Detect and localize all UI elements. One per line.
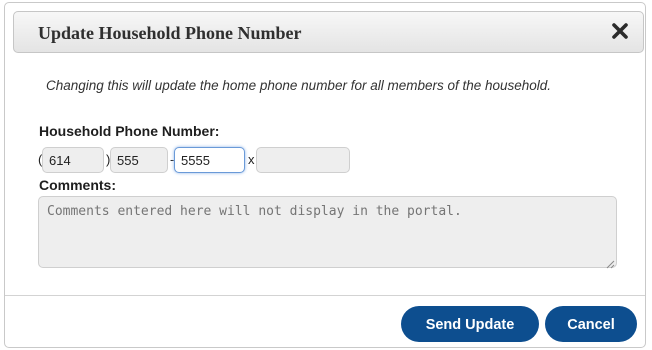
resize-grip-icon[interactable] — [606, 256, 615, 269]
comments-textarea[interactable] — [38, 196, 617, 268]
dialog-titlebar: Update Household Phone Number — [13, 11, 644, 53]
page: Update Household Phone Number Changing t… — [0, 0, 652, 350]
line-number-input[interactable] — [174, 147, 245, 173]
cancel-button[interactable]: Cancel — [545, 306, 637, 342]
close-icon[interactable] — [611, 22, 629, 40]
area-code-input[interactable] — [42, 147, 104, 173]
send-update-button[interactable]: Send Update — [401, 306, 539, 342]
extension-prefix: x — [248, 152, 255, 167]
phone-label: Household Phone Number: — [39, 123, 220, 139]
update-phone-dialog — [4, 2, 646, 348]
comments-label: Comments: — [39, 177, 117, 193]
extension-input[interactable] — [256, 147, 350, 173]
footer-divider — [5, 295, 645, 296]
dialog-title: Update Household Phone Number — [38, 23, 302, 43]
prefix-input[interactable] — [110, 147, 168, 173]
info-text: Changing this will update the home phone… — [46, 78, 552, 93]
